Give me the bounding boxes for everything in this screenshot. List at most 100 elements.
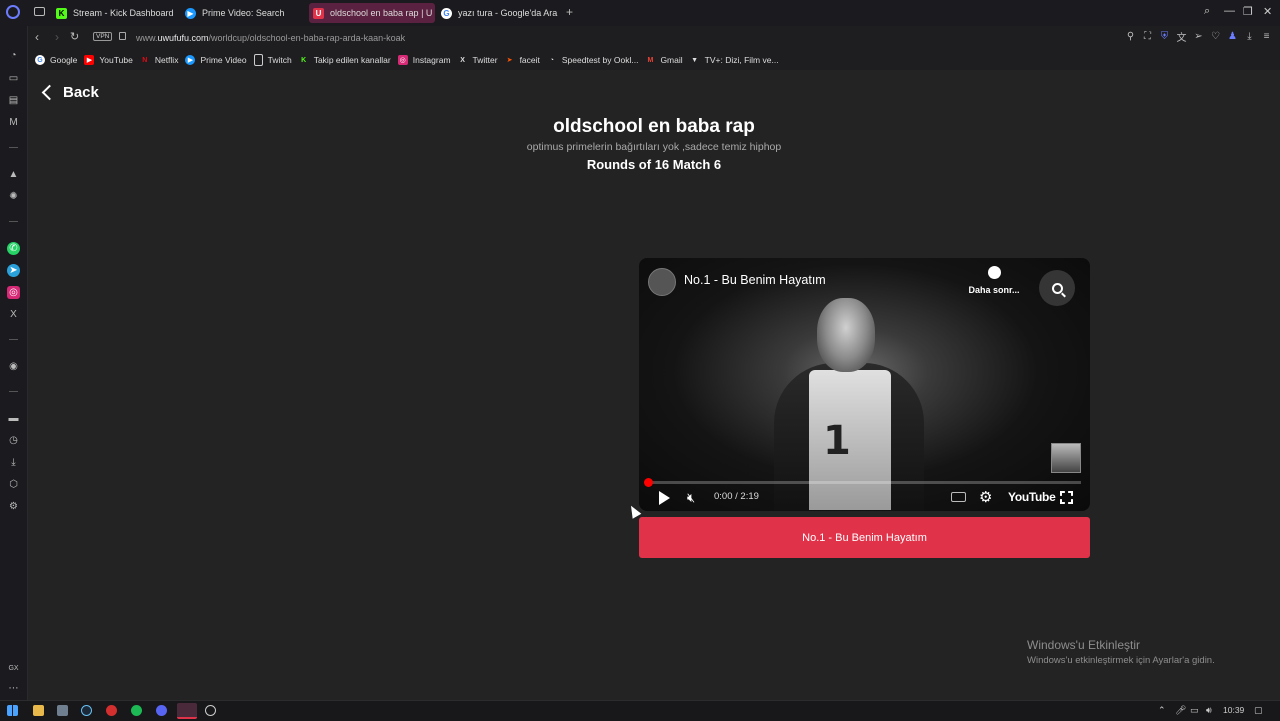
music-player-icon[interactable]: ◉ <box>7 360 20 373</box>
telegram-icon[interactable]: ➤ <box>7 264 20 277</box>
youtube-video-player[interactable]: 1 No.1 - Bu Benim Hayatım Daha sonr... 🔇… <box>639 258 1090 511</box>
bookmark-youtube[interactable]: ▶ YouTube <box>84 55 133 65</box>
address-bar-row: ‹ › ↻ VPN www.uwufufu.com/worldcup/oldsc… <box>0 26 1280 50</box>
tab-google-search[interactable]: G yazı tura - Google'da Ara <box>441 3 561 23</box>
bookmark-tvplus[interactable]: ▼ TV+: Dizi, Film ve... <box>690 55 778 65</box>
pin-icon[interactable]: ⚲ <box>1125 31 1136 42</box>
clock-icon <box>987 266 1001 279</box>
bookmark-prime-video[interactable]: ▶ Prime Video <box>185 55 247 65</box>
tab-prime-video[interactable]: ▶ Prime Video: Search <box>185 3 300 23</box>
bookmark-twitter[interactable]: X Twitter <box>458 55 497 65</box>
history-icon[interactable]: ◷ <box>7 434 20 447</box>
video-thumbnail[interactable] <box>1051 443 1081 473</box>
back-button[interactable]: Back <box>41 84 99 101</box>
youtube-logo[interactable]: YouTube <box>1008 490 1056 504</box>
bookmark-kick[interactable]: K Takip edilen kanallar <box>299 55 391 65</box>
settings-gear-icon[interactable]: ⚙ <box>979 488 992 506</box>
downloads-icon[interactable]: ⤓ <box>7 456 20 469</box>
channel-avatar[interactable] <box>648 268 676 296</box>
bookmark-twitch[interactable]: Twitch <box>253 54 292 66</box>
bookmarks-bar: G Google ▶ YouTube N Netflix ▶ Prime Video T… <box>28 50 1280 70</box>
back-nav-icon[interactable]: ‹ <box>35 30 39 44</box>
whatsapp-icon[interactable]: ✆ <box>7 242 20 255</box>
heart-icon[interactable]: ♡ <box>1210 31 1221 42</box>
google-icon: G <box>35 55 45 65</box>
zoom-button[interactable] <box>1039 270 1075 306</box>
mail-icon[interactable]: M <box>7 116 20 129</box>
tab-uwufufu[interactable]: U oldschool en baba rap | U <box>309 3 435 23</box>
restore-button[interactable]: ❐ <box>1243 5 1253 18</box>
search-tabs-icon[interactable]: ⌕ <box>1204 5 1210 18</box>
tabs-icon[interactable]: ▬ <box>7 412 20 425</box>
kick-icon: K <box>56 7 67 19</box>
lock-icon[interactable] <box>119 32 126 40</box>
tab-kick[interactable]: K Stream - Kick Dashboard <box>56 3 176 23</box>
muted-speaker-icon[interactable]: 🔇︎ <box>687 490 695 506</box>
bookmark-label: Prime Video <box>200 55 247 65</box>
chevron-up-icon[interactable]: ⌃ <box>1158 705 1166 716</box>
windows-start-icon[interactable] <box>7 705 18 716</box>
video-title[interactable]: No.1 - Bu Benim Hayatım <box>684 273 826 287</box>
url-field[interactable]: www.uwufufu.com/worldcup/oldschool-en-ba… <box>136 33 405 43</box>
fullscreen-icon[interactable] <box>1060 491 1073 504</box>
vote-button[interactable]: No.1 - Bu Benim Hayatım <box>639 517 1090 558</box>
gx-logo-icon[interactable]: GX <box>7 662 20 675</box>
more-icon[interactable]: ⋯ <box>7 682 20 695</box>
bookmark-speedtest[interactable]: ◔ Speedtest by Ookl... <box>547 55 639 65</box>
network-icon[interactable]: ▭ <box>1190 705 1199 716</box>
forward-nav-icon[interactable]: › <box>55 30 59 44</box>
tab-overview-icon[interactable] <box>34 7 45 16</box>
chrome-taskbar-icon[interactable] <box>205 705 216 716</box>
video-progress-bar[interactable] <box>644 478 1081 487</box>
extensions-icon[interactable]: ⬡ <box>7 478 20 491</box>
menu-icon[interactable]: ≡ <box>1261 31 1272 42</box>
discord-icon[interactable] <box>156 705 167 716</box>
close-window-button[interactable]: ✕ <box>1263 5 1272 18</box>
address-bar-actions: ⚲ ⛶ ⛨ 文 ➢ ♡ ♟ ⤓ ≡ <box>1125 31 1272 44</box>
translate-icon[interactable]: 文 <box>1176 31 1187 44</box>
volume-icon[interactable]: 🔊︎ <box>1206 705 1212 716</box>
pc-app-icon[interactable] <box>57 705 68 716</box>
spotify-icon[interactable] <box>131 705 142 716</box>
gx-control-icon[interactable]: ◔ <box>7 49 20 62</box>
recording-app-icon[interactable] <box>106 705 117 716</box>
reload-icon[interactable]: ↻ <box>70 30 79 43</box>
x-icon[interactable]: X <box>7 308 20 321</box>
tab-label: Prime Video: Search <box>202 8 285 18</box>
opera-gx-taskbar-icon[interactable] <box>177 703 197 719</box>
bookmark-label: Instagram <box>412 55 451 65</box>
bookmark-google[interactable]: G Google <box>35 55 77 65</box>
bookmark-instagram[interactable]: ◎ Instagram <box>397 55 451 65</box>
magnifier-icon <box>1051 282 1063 294</box>
netflix-icon: N <box>142 56 148 64</box>
tab-label: Stream - Kick Dashboard <box>73 8 174 18</box>
bookmark-netflix[interactable]: N Netflix <box>140 55 178 65</box>
news-icon[interactable]: ▤ <box>7 94 20 107</box>
progress-handle[interactable] <box>644 478 653 487</box>
notifications-icon[interactable]: ▢ <box>1254 705 1263 716</box>
system-clock[interactable]: 10:39 <box>1223 705 1244 715</box>
download-icon[interactable]: ⤓ <box>1244 31 1255 42</box>
adblock-shield-icon[interactable]: ⛨ <box>1159 31 1170 42</box>
minimize-button[interactable]: — <box>1224 5 1235 17</box>
instagram-icon[interactable]: ◎ <box>7 286 20 299</box>
settings-gear-icon[interactable]: ⚙ <box>7 500 20 513</box>
send-icon[interactable]: ➢ <box>1193 31 1204 42</box>
play-icon[interactable] <box>659 491 670 505</box>
vpn-badge[interactable]: VPN <box>93 32 113 41</box>
shopping-icon[interactable]: ▭ <box>7 72 20 85</box>
aria-icon[interactable]: ▲ <box>7 168 20 181</box>
chatgpt-icon[interactable]: ✺ <box>7 190 20 203</box>
bookmark-label: Gmail <box>660 55 683 65</box>
watch-later-button[interactable]: Daha sonr... <box>959 266 1029 295</box>
file-explorer-icon[interactable] <box>33 705 44 716</box>
new-tab-button[interactable]: + <box>566 5 573 19</box>
bookmark-gmail[interactable]: M Gmail <box>645 55 683 65</box>
steam-icon[interactable] <box>81 705 92 716</box>
account-icon[interactable]: ♟ <box>1227 31 1238 42</box>
snapshot-icon[interactable]: ⛶ <box>1142 31 1153 42</box>
bookmark-faceit[interactable]: ➤ faceit <box>505 55 540 65</box>
subtitles-icon[interactable] <box>951 492 966 502</box>
microphone-icon[interactable]: 🎤︎ <box>1175 705 1186 716</box>
opera-logo-icon[interactable] <box>6 5 20 19</box>
